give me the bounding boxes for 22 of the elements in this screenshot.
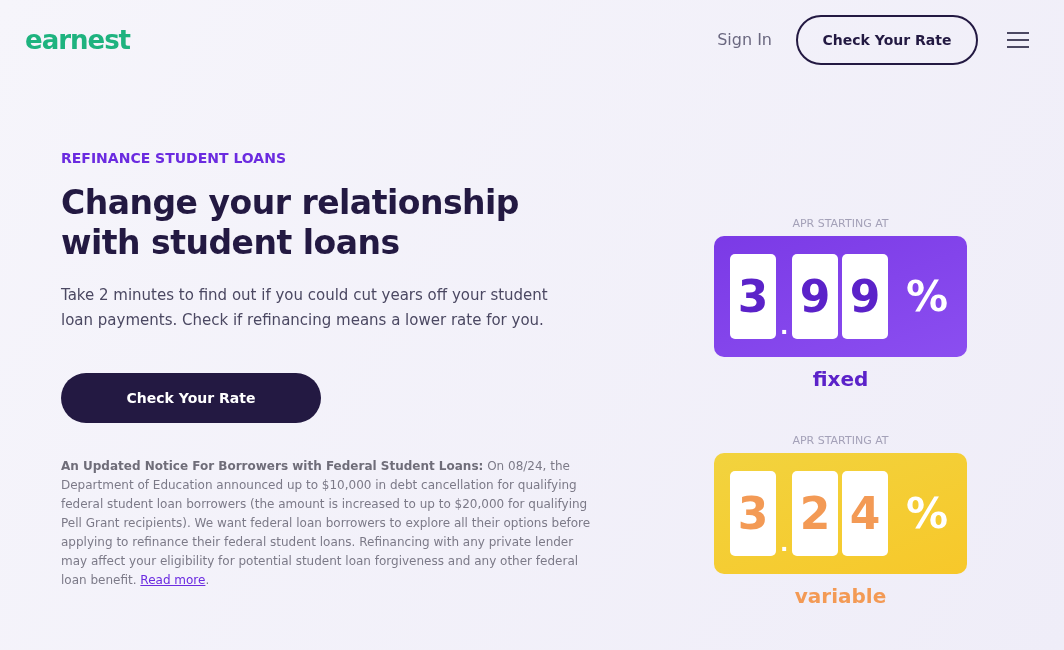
rate-digit: 2: [792, 471, 838, 556]
rate-type: variable: [793, 583, 888, 610]
hero-text: Take 2 minutes to find out if you could cut years off your student loan payments. Check if refinancing means a lower rate for you.: [61, 285, 549, 331]
menu-icon[interactable]: [1006, 31, 1030, 49]
rate-digit: 9: [792, 254, 838, 339]
rate-digit: 4: [842, 471, 888, 556]
apr-label: APR STARTING AT: [791, 433, 890, 449]
rate-digit: 3: [730, 471, 776, 556]
notice-paragraph: An Updated Notice For Borrowers with Federal Student Loans: On 08/24, the Department of Education announced up to $10,000 in debt cancellation for qualifying federal student loan borrowers (the amount is increased to up to $20,000 for qualifying Pell Grant recipients). We want federal loan borrowers to explore all their options before applying to refinance their federal student loans. Refinancing with any private lender may affect your eligibility for potential student loan forgiveness and any other federal loan benefit. Read more.: [61, 458, 591, 589]
check-rate-button[interactable]: Check Your Rate: [796, 15, 978, 65]
rate-type: fixed: [811, 366, 870, 393]
apr-label: APR STARTING AT: [791, 216, 890, 232]
rate-digit: 3: [730, 254, 776, 339]
rate-digit: 9: [842, 254, 888, 339]
decimal-point: .: [780, 530, 788, 558]
hero-heading: Change your relationship with student loans: [61, 183, 520, 263]
eyebrow-text: REFINANCE STUDENT LOANS: [61, 149, 287, 168]
check-rate-button[interactable]: Check Your Rate: [61, 373, 321, 423]
sign-in-link[interactable]: Sign In: [717, 28, 772, 52]
percent-sign: %: [906, 488, 949, 540]
percent-sign: %: [906, 271, 949, 323]
decimal-point: .: [780, 313, 788, 341]
